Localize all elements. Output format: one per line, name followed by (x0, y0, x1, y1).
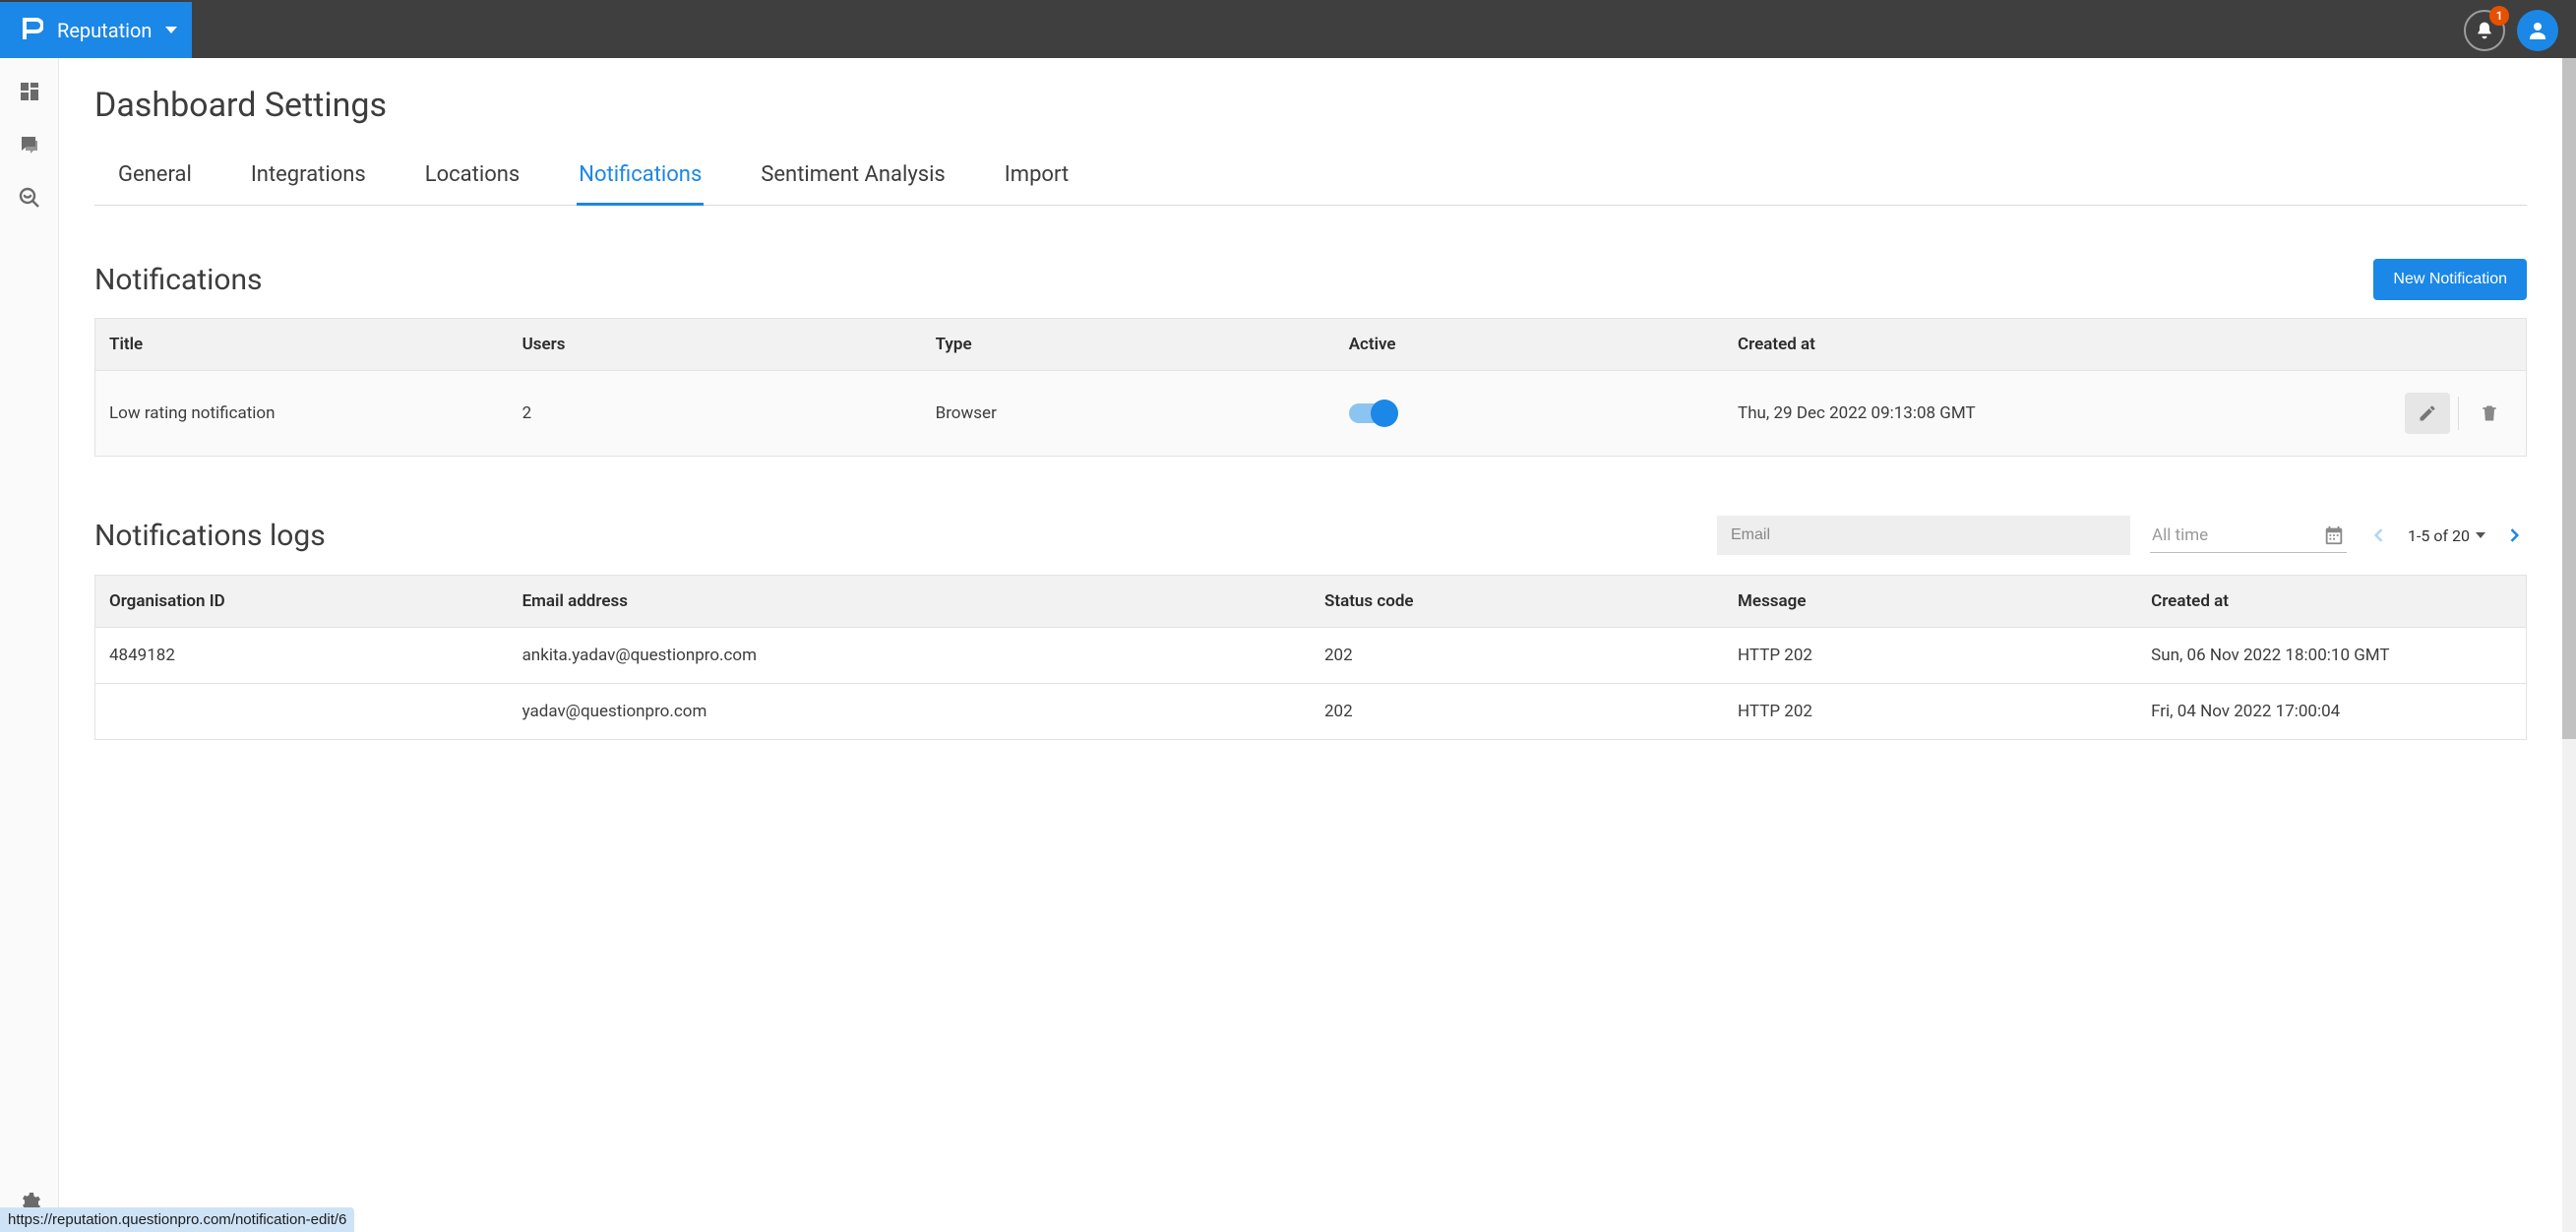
tab-integrations[interactable]: Integrations (249, 149, 368, 206)
dashboard-icon[interactable] (18, 80, 41, 103)
cell-active (1335, 371, 1724, 457)
logs-title: Notifications logs (94, 519, 326, 553)
brand-logo-icon (22, 16, 43, 44)
table-row: Low rating notification 2 Browser Thu, 2… (95, 371, 2527, 457)
date-filter[interactable]: All time (2150, 519, 2347, 553)
tabs: General Integrations Locations Notificat… (94, 149, 2527, 206)
cell-created-at: Sun, 06 Nov 2022 18:00:10 GMT (2137, 628, 2526, 684)
brand-label: Reputation (57, 19, 152, 42)
cell-created-at: Thu, 29 Dec 2022 09:13:08 GMT (1724, 371, 2259, 457)
cell-type: Browser (922, 371, 1335, 457)
col-users: Users (509, 319, 922, 371)
col-type: Type (922, 319, 1335, 371)
cell-users: 2 (509, 371, 922, 457)
email-search (1717, 516, 2130, 555)
reviews-icon[interactable] (18, 133, 41, 156)
tab-sentiment-analysis[interactable]: Sentiment Analysis (759, 149, 947, 206)
pager-next[interactable] (2501, 523, 2527, 548)
content: Dashboard Settings General Integrations … (59, 58, 2562, 1232)
col-title: Title (95, 319, 509, 371)
chevron-down-icon (2476, 532, 2485, 538)
cell-email: yadav@questionpro.com (509, 684, 1311, 740)
col-email: Email address (509, 576, 1311, 628)
bell-icon (2475, 21, 2494, 40)
notifications-title: Notifications (94, 263, 263, 297)
col-created-at: Created at (2137, 576, 2526, 628)
notifications-button[interactable]: 1 (2464, 10, 2505, 51)
tab-import[interactable]: Import (1003, 149, 1071, 206)
brand-dropdown[interactable]: Reputation (0, 2, 192, 58)
col-status: Status code (1311, 576, 1724, 628)
status-bar-url: https://reputation.questionpro.com/notif… (0, 1207, 354, 1232)
edit-button[interactable] (2405, 393, 2450, 434)
top-icons: 1 (2464, 10, 2576, 51)
person-icon (2526, 19, 2549, 42)
profile-button[interactable] (2517, 10, 2558, 51)
cell-message: HTTP 202 (1724, 684, 2137, 740)
tab-general[interactable]: General (116, 149, 194, 206)
pager-prev[interactable] (2366, 523, 2392, 548)
active-toggle[interactable] (1349, 403, 1394, 423)
email-search-input[interactable] (1717, 516, 2130, 555)
chevron-down-icon (165, 27, 177, 33)
table-row: yadav@questionpro.com 202 HTTP 202 Fri, … (95, 684, 2527, 740)
page-title: Dashboard Settings (94, 86, 2527, 125)
divider (2458, 397, 2459, 430)
cell-status: 202 (1311, 628, 1724, 684)
cell-org-id: 4849182 (95, 628, 509, 684)
notifications-table: Title Users Type Active Created at Low r… (94, 318, 2527, 457)
cell-message: HTTP 202 (1724, 628, 2137, 684)
col-active: Active (1335, 319, 1724, 371)
search-sentiment-icon[interactable] (18, 186, 41, 210)
sidebar (0, 58, 59, 1232)
chevron-left-icon (2369, 525, 2389, 545)
table-row: 4849182 ankita.yadav@questionpro.com 202… (95, 628, 2527, 684)
scrollbar[interactable] (2562, 58, 2576, 1232)
date-filter-label: All time (2152, 525, 2313, 545)
tab-locations[interactable]: Locations (423, 149, 521, 206)
cell-org-id (95, 684, 509, 740)
cell-created-at: Fri, 04 Nov 2022 17:00:04 (2137, 684, 2526, 740)
col-org-id: Organisation ID (95, 576, 509, 628)
tab-notifications[interactable]: Notifications (577, 149, 704, 206)
col-created-at: Created at (1724, 319, 2259, 371)
pencil-icon (2418, 403, 2437, 423)
new-notification-button[interactable]: New Notification (2373, 259, 2527, 300)
cell-title: Low rating notification (95, 371, 509, 457)
chevron-right-icon (2504, 525, 2524, 545)
logs-table: Organisation ID Email address Status cod… (94, 575, 2527, 740)
cell-email: ankita.yadav@questionpro.com (509, 628, 1311, 684)
col-message: Message (1724, 576, 2137, 628)
calendar-icon (2323, 524, 2345, 546)
topbar: Reputation 1 (0, 0, 2576, 58)
trash-icon (2480, 403, 2499, 423)
pager: 1-5 of 20 (2366, 523, 2527, 548)
pager-range[interactable]: 1-5 of 20 (2408, 526, 2485, 545)
notifications-badge: 1 (2489, 6, 2509, 26)
cell-status: 202 (1311, 684, 1724, 740)
delete-button[interactable] (2467, 393, 2512, 434)
